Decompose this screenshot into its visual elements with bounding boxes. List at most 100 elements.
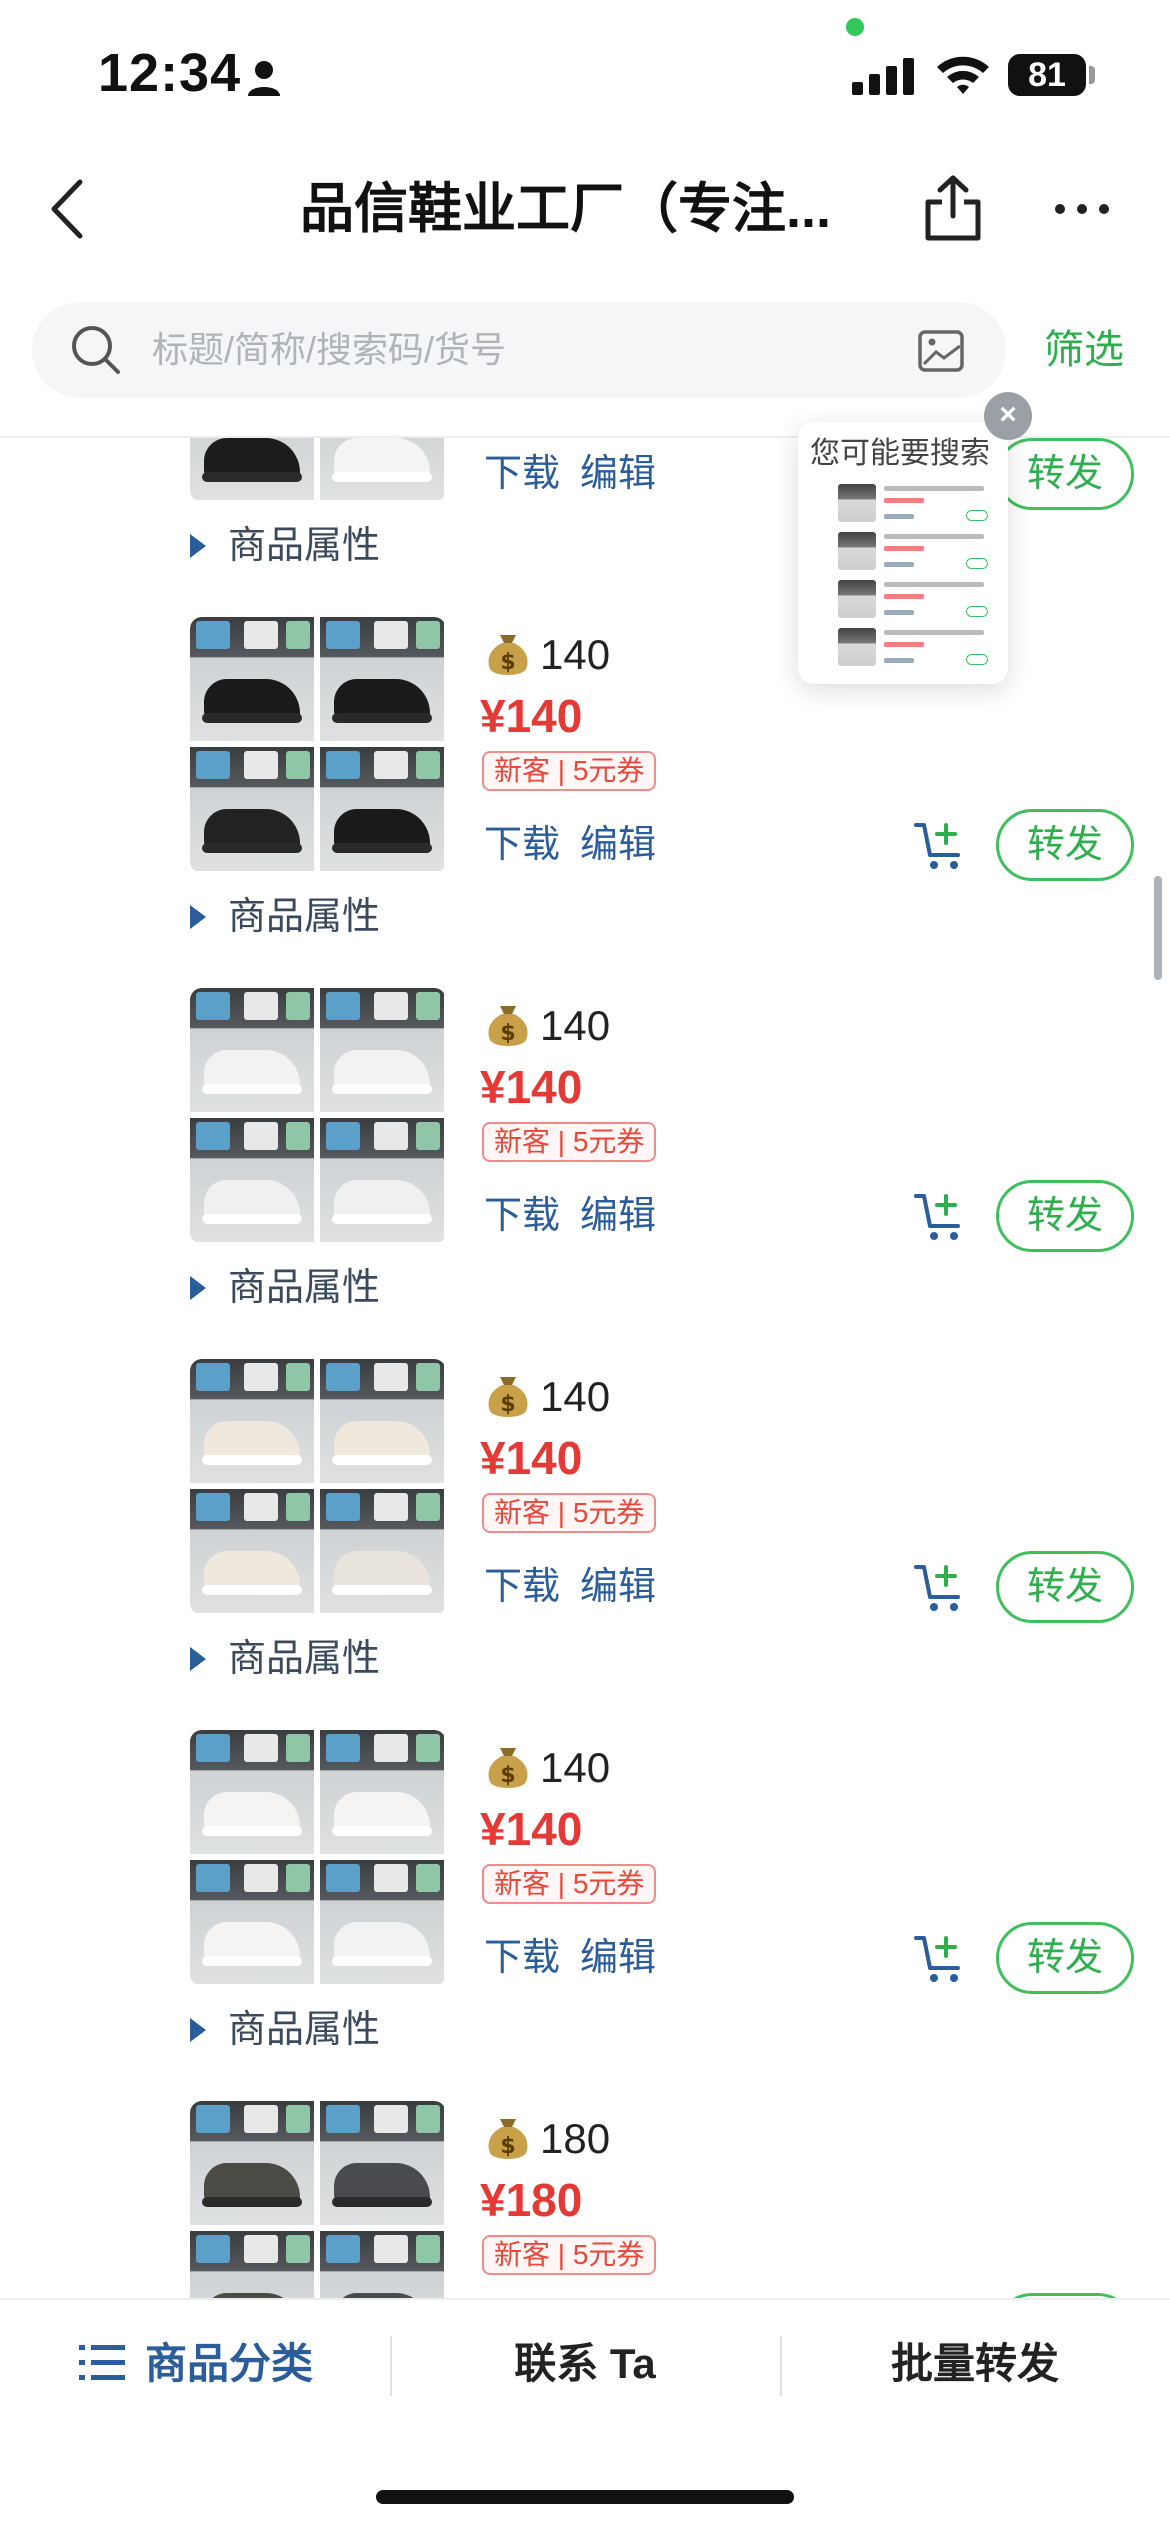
product-attributes-label: 商品属性: [228, 1267, 381, 1309]
edit-button[interactable]: 编辑: [580, 1188, 656, 1244]
product-thumbnail[interactable]: [320, 1489, 444, 1613]
product-thumbnail[interactable]: [320, 1730, 444, 1854]
privacy-indicator-dot: [846, 18, 864, 36]
edit-button[interactable]: 编辑: [580, 817, 656, 873]
suggestion-item[interactable]: [838, 484, 988, 528]
download-button[interactable]: 下载: [484, 1559, 560, 1615]
product-thumbnail[interactable]: [320, 1359, 444, 1483]
moneybag-icon: $: [488, 635, 528, 675]
suggestion-action-line: [884, 610, 914, 615]
forward-button[interactable]: 转发: [996, 1551, 1134, 1623]
svg-text:$: $: [500, 2134, 515, 2159]
product-thumbnail[interactable]: [320, 617, 444, 741]
product-thumbnail[interactable]: [190, 2231, 314, 2298]
product-thumbnail[interactable]: [190, 747, 314, 871]
image-search-icon[interactable]: [916, 326, 966, 376]
product-thumbnail-grid[interactable]: [190, 617, 446, 873]
sale-price: ¥140: [480, 1803, 583, 1855]
product-item[interactable]: $180¥180新客 | 5元券下载编辑转发商品属性: [0, 2101, 1170, 2298]
more-options-icon[interactable]: [1052, 194, 1112, 224]
list-icon: [78, 2344, 125, 2380]
sale-price: ¥140: [480, 1061, 583, 1113]
scroll-indicator[interactable]: [1154, 876, 1162, 980]
sale-price: ¥140: [480, 690, 583, 742]
back-arrow-icon[interactable]: [44, 174, 94, 244]
suggestion-forward-pill: [966, 510, 988, 521]
expand-caret-icon: [190, 905, 206, 929]
status-time: 12:34: [98, 43, 242, 103]
expand-caret-icon: [190, 1276, 206, 1300]
forward-button[interactable]: 转发: [996, 1180, 1134, 1252]
tab-contact[interactable]: 联系 Ta: [390, 2324, 780, 2404]
moneybag-icon: $: [488, 2119, 528, 2159]
product-thumbnail[interactable]: [320, 747, 444, 871]
product-thumbnail-grid[interactable]: [190, 1730, 446, 1986]
suggestion-text-line: [884, 534, 984, 539]
suggestion-forward-pill: [966, 654, 988, 665]
cellular-signal-icon: [852, 58, 914, 95]
share-icon[interactable]: [920, 172, 986, 244]
product-thumbnail[interactable]: [190, 617, 314, 741]
search-placeholder: 标题/简称/搜索码/货号: [152, 329, 507, 370]
person-icon: [248, 61, 280, 96]
product-thumbnail[interactable]: [320, 2231, 444, 2298]
download-button[interactable]: 下载: [484, 1930, 560, 1986]
product-thumbnail-grid[interactable]: [190, 1359, 446, 1615]
product-thumbnail-grid[interactable]: [190, 438, 446, 502]
product-thumbnail[interactable]: [320, 1860, 444, 1984]
suggestion-item[interactable]: [838, 580, 988, 624]
add-to-cart-icon[interactable]: [912, 817, 968, 873]
add-to-cart-icon[interactable]: [912, 1559, 968, 1615]
product-list[interactable]: $新客 | 5元券下载编辑转发商品属性$140¥140新客 | 5元券下载编辑转…: [0, 438, 1170, 2298]
product-thumbnail[interactable]: [320, 2101, 444, 2225]
product-thumbnail[interactable]: [190, 1730, 314, 1854]
download-button[interactable]: 下载: [484, 1188, 560, 1244]
forward-button[interactable]: 转发: [996, 1922, 1134, 1994]
product-thumbnail[interactable]: [190, 2101, 314, 2225]
expand-caret-icon: [190, 2018, 206, 2042]
product-thumbnail[interactable]: [190, 1860, 314, 1984]
tab-batch-forward[interactable]: 批量转发: [780, 2324, 1170, 2404]
sale-price: ¥180: [480, 2174, 583, 2226]
filter-button[interactable]: 筛选: [1044, 322, 1124, 378]
product-attributes-label: 商品属性: [228, 1638, 381, 1680]
suggestion-thumbnail: [838, 484, 876, 522]
home-indicator[interactable]: [376, 2490, 794, 2504]
product-thumbnail[interactable]: [190, 1118, 314, 1242]
tab-product-category[interactable]: 商品分类: [0, 2324, 390, 2404]
edit-button[interactable]: 编辑: [580, 1559, 656, 1615]
download-button[interactable]: 下载: [484, 446, 560, 502]
product-thumbnail-grid[interactable]: [190, 988, 446, 1244]
product-item[interactable]: $140 ¥140 新客 | 5元券 下载 编辑 转发 商品属性: [0, 1359, 1170, 1731]
expand-caret-icon: [190, 534, 206, 558]
suggestion-action-line: [884, 562, 914, 567]
suggestion-price-line: [884, 594, 924, 599]
search-input[interactable]: 标题/简称/搜索码/货号: [32, 302, 1006, 398]
product-thumbnail[interactable]: [190, 1489, 314, 1613]
svg-text:$: $: [500, 1021, 515, 1046]
product-item[interactable]: $140 ¥140 新客 | 5元券 下载 编辑 转发 商品属性: [0, 1730, 1170, 2102]
product-thumbnail[interactable]: [190, 1359, 314, 1483]
add-to-cart-icon[interactable]: [912, 1930, 968, 1986]
battery-tip: [1089, 66, 1095, 84]
close-popup-button[interactable]: ×: [984, 392, 1032, 440]
forward-button[interactable]: 转发: [996, 438, 1134, 510]
edit-button[interactable]: 编辑: [580, 1930, 656, 1986]
suggestion-item[interactable]: [838, 532, 988, 576]
product-thumbnail[interactable]: [320, 438, 444, 500]
search-suggestion-popup[interactable]: 您可能要搜索: [798, 422, 1008, 684]
product-item[interactable]: $140 ¥140 新客 | 5元券 下载 编辑 转发 商品属性: [0, 988, 1170, 1360]
forward-button[interactable]: 转发: [996, 809, 1134, 881]
edit-button[interactable]: 编辑: [580, 446, 656, 502]
suggestion-action-line: [884, 658, 914, 663]
product-thumbnail[interactable]: [190, 438, 314, 500]
product-thumbnail[interactable]: [320, 1118, 444, 1242]
suggestion-price-line: [884, 642, 924, 647]
product-thumbnail[interactable]: [320, 988, 444, 1112]
add-to-cart-icon[interactable]: [912, 1188, 968, 1244]
suggestion-forward-pill: [966, 558, 988, 569]
suggestion-item[interactable]: [838, 628, 988, 672]
download-button[interactable]: 下载: [484, 817, 560, 873]
product-thumbnail-grid[interactable]: [190, 2101, 446, 2298]
product-thumbnail[interactable]: [190, 988, 314, 1112]
